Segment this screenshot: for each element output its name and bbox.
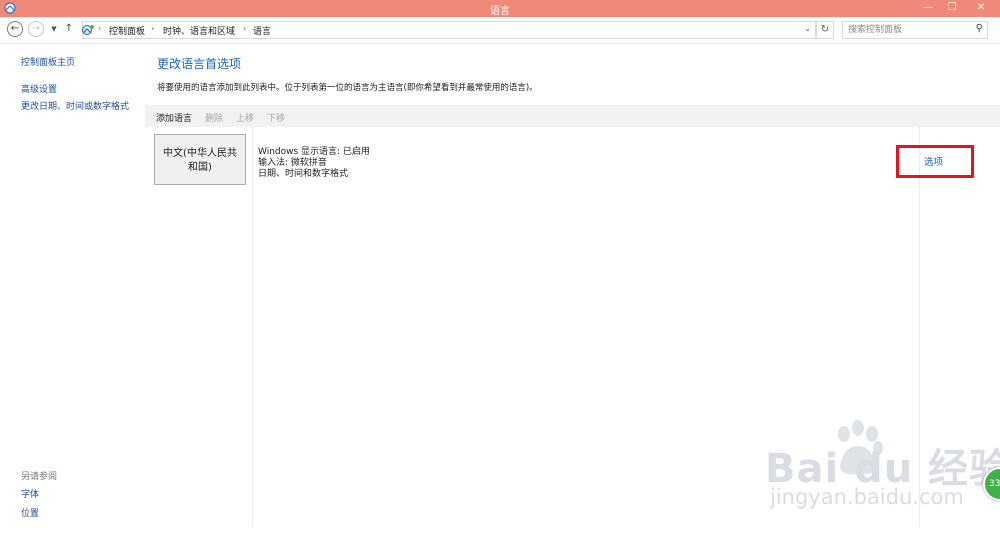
restore-button[interactable]: ❐	[942, 0, 962, 17]
move-down-button[interactable]: 下移	[267, 111, 285, 124]
back-arrow-icon: ←	[10, 23, 20, 34]
chevron-right-icon: ›	[98, 24, 102, 33]
breadcrumb-item-clock-language-region[interactable]: 时钟、语言和区域	[163, 24, 235, 37]
up-arrow-icon: ↑	[64, 23, 74, 34]
chevron-down-icon: ▼	[51, 25, 57, 33]
sidebar-link-advanced-settings[interactable]: 高级设置	[21, 82, 57, 95]
chevron-right-icon: ›	[151, 24, 155, 33]
highlight-box	[896, 145, 974, 178]
watermark-url: jingyan.baidu.com	[770, 485, 964, 509]
sidebar-link-location[interactable]: 位置	[21, 506, 39, 519]
forward-arrow-icon: →	[31, 23, 41, 34]
chevron-down-icon[interactable]: ⌄	[804, 24, 811, 33]
control-panel-icon	[82, 25, 94, 35]
close-button[interactable]: ✕	[968, 0, 994, 17]
title-bar: 语言 — ❐ ✕	[0, 0, 1000, 17]
window-title: 语言	[490, 6, 510, 17]
refresh-button[interactable]: ↻	[816, 21, 834, 39]
add-language-button[interactable]: 添加语言	[156, 111, 192, 124]
search-icon[interactable]: ⚲	[976, 23, 983, 34]
language-toolbar: 添加语言 删除 上移 下移	[145, 105, 1000, 127]
remove-button[interactable]: 删除	[205, 111, 223, 124]
search-box: ⚲	[842, 21, 988, 39]
language-detail-format: 日期、时间和数字格式	[258, 169, 349, 179]
see-also-label: 另请参阅	[21, 472, 58, 482]
column-divider	[252, 127, 253, 527]
chevron-right-icon: ›	[243, 24, 247, 33]
language-item-chinese[interactable]: 中文(中华人民共和国)	[154, 134, 246, 185]
back-button[interactable]: ←	[7, 21, 23, 37]
sidebar-link-change-date-time-format[interactable]: 更改日期、时间或数字格式	[21, 99, 129, 112]
minimize-button[interactable]: —	[918, 0, 938, 17]
forward-button[interactable]: →	[28, 21, 44, 37]
sidebar-link-control-panel-home[interactable]: 控制面板主页	[21, 55, 75, 68]
breadcrumb-item-language[interactable]: 语言	[253, 24, 271, 37]
sidebar-link-fonts[interactable]: 字体	[21, 487, 39, 500]
up-button[interactable]: ↑	[61, 21, 77, 37]
breadcrumb-item-control-panel[interactable]: 控制面板	[109, 24, 145, 37]
page-description: 将要使用的语言添加到此列表中。位于列表第一位的语言为主语言(即你希望看到并最常使…	[157, 83, 538, 93]
page-title: 更改语言首选项	[157, 57, 242, 71]
refresh-icon: ↻	[820, 24, 830, 35]
breadcrumb[interactable]: › 控制面板 › 时钟、语言和区域 › 语言 ⌄	[82, 21, 816, 39]
recent-locations-dropdown[interactable]: ▼	[46, 21, 62, 37]
move-up-button[interactable]: 上移	[236, 111, 254, 124]
address-bar: ← → ▼ ↑ › 控制面板 › 时钟、语言和区域 › 语言 ⌄ ↻ ⚲	[0, 17, 1000, 44]
search-input[interactable]	[843, 22, 966, 37]
